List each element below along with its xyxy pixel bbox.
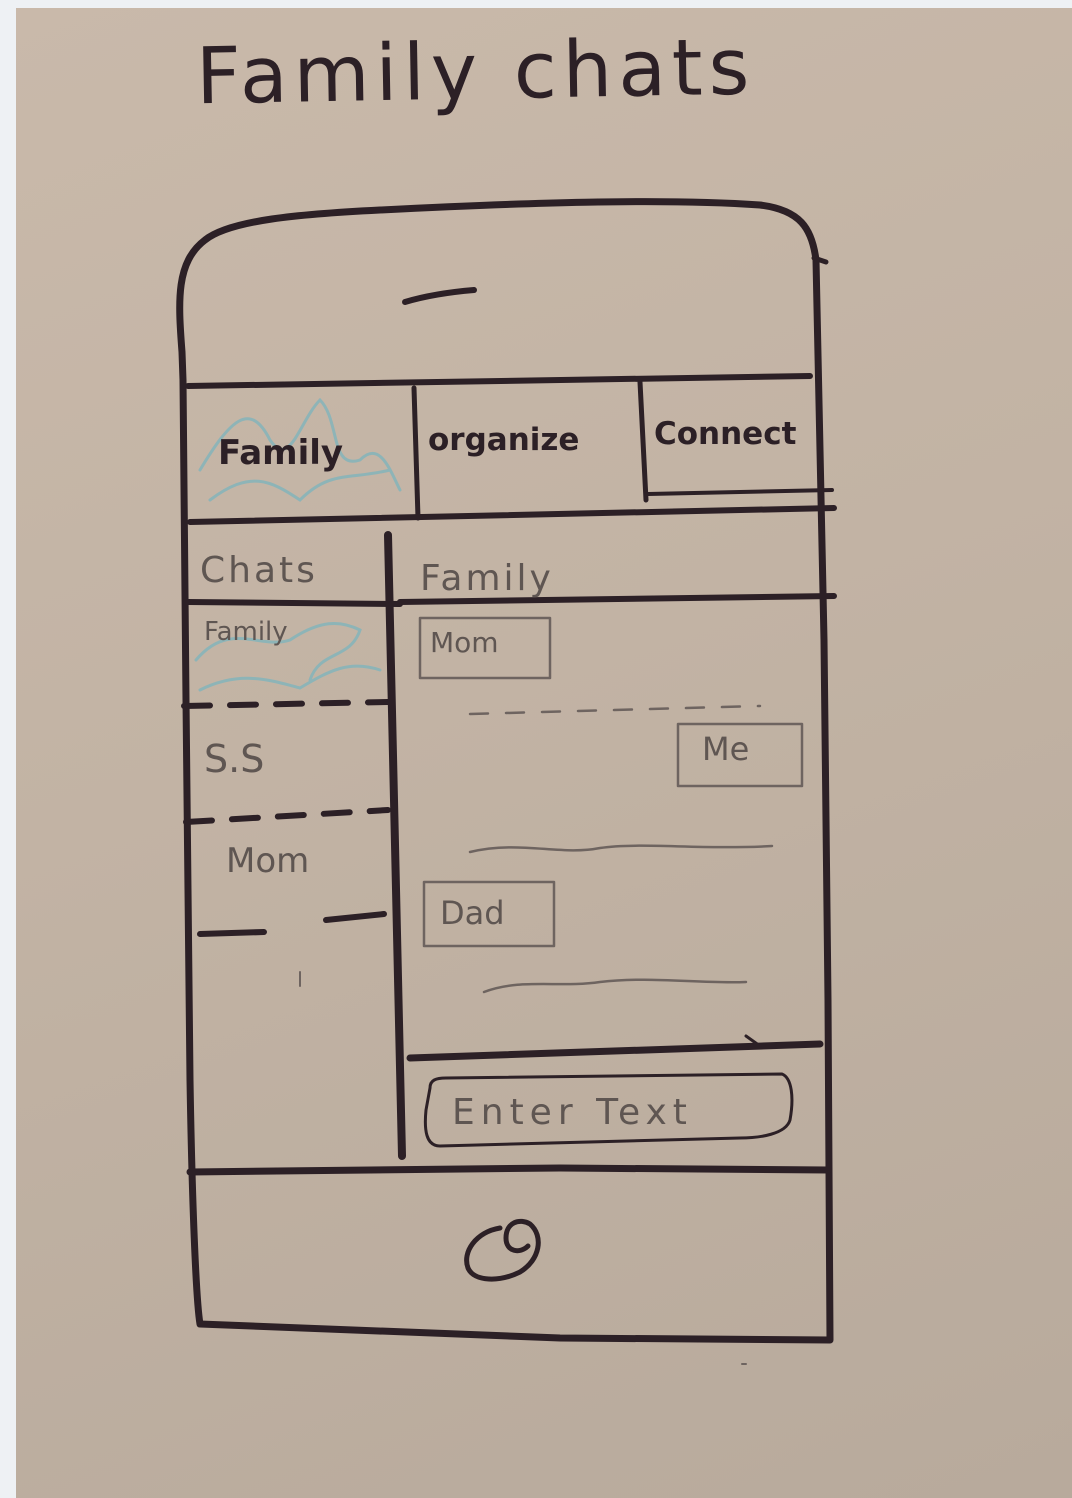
input-placeholder: Enter Text <box>452 1092 693 1133</box>
sender-label: Me <box>702 730 749 768</box>
sidebar-item-label: Mom <box>226 841 309 881</box>
sidebar-item-ss[interactable]: S.S <box>204 737 264 781</box>
sidebar-item-label: S.S <box>204 737 264 781</box>
speaker-icon <box>402 287 477 305</box>
sender-label: Dad <box>440 894 505 932</box>
tab-label: Connect <box>654 416 797 452</box>
message-input[interactable]: Enter Text <box>423 1072 794 1148</box>
message-line <box>482 978 748 994</box>
page-title: Family chats <box>195 23 756 123</box>
message-dad: Dad <box>422 880 748 994</box>
sketch-canvas: Family chats Family organize Connect Cha… <box>176 23 837 1365</box>
tab-label: organize <box>428 422 579 458</box>
conversation-header: Family <box>420 558 554 599</box>
sidebar-header: Chats <box>200 550 318 591</box>
tab-organize[interactable]: organize <box>428 422 579 458</box>
sender-label: Mom <box>430 626 499 659</box>
tab-label: Family <box>218 433 343 473</box>
sidebar-item-mom[interactable]: Mom <box>226 841 309 881</box>
message-line <box>468 844 774 854</box>
sidebar-item-family[interactable]: Family <box>194 617 382 692</box>
tab-family[interactable]: Family <box>198 397 402 502</box>
message-line <box>468 704 762 716</box>
message-mom: Mom <box>418 616 762 716</box>
sidebar-divider <box>384 531 406 1160</box>
message-me: Me <box>468 722 804 854</box>
sidebar-item-label: Family <box>204 617 288 647</box>
tab-connect[interactable]: Connect <box>654 416 797 452</box>
home-button-icon[interactable] <box>464 1218 541 1282</box>
